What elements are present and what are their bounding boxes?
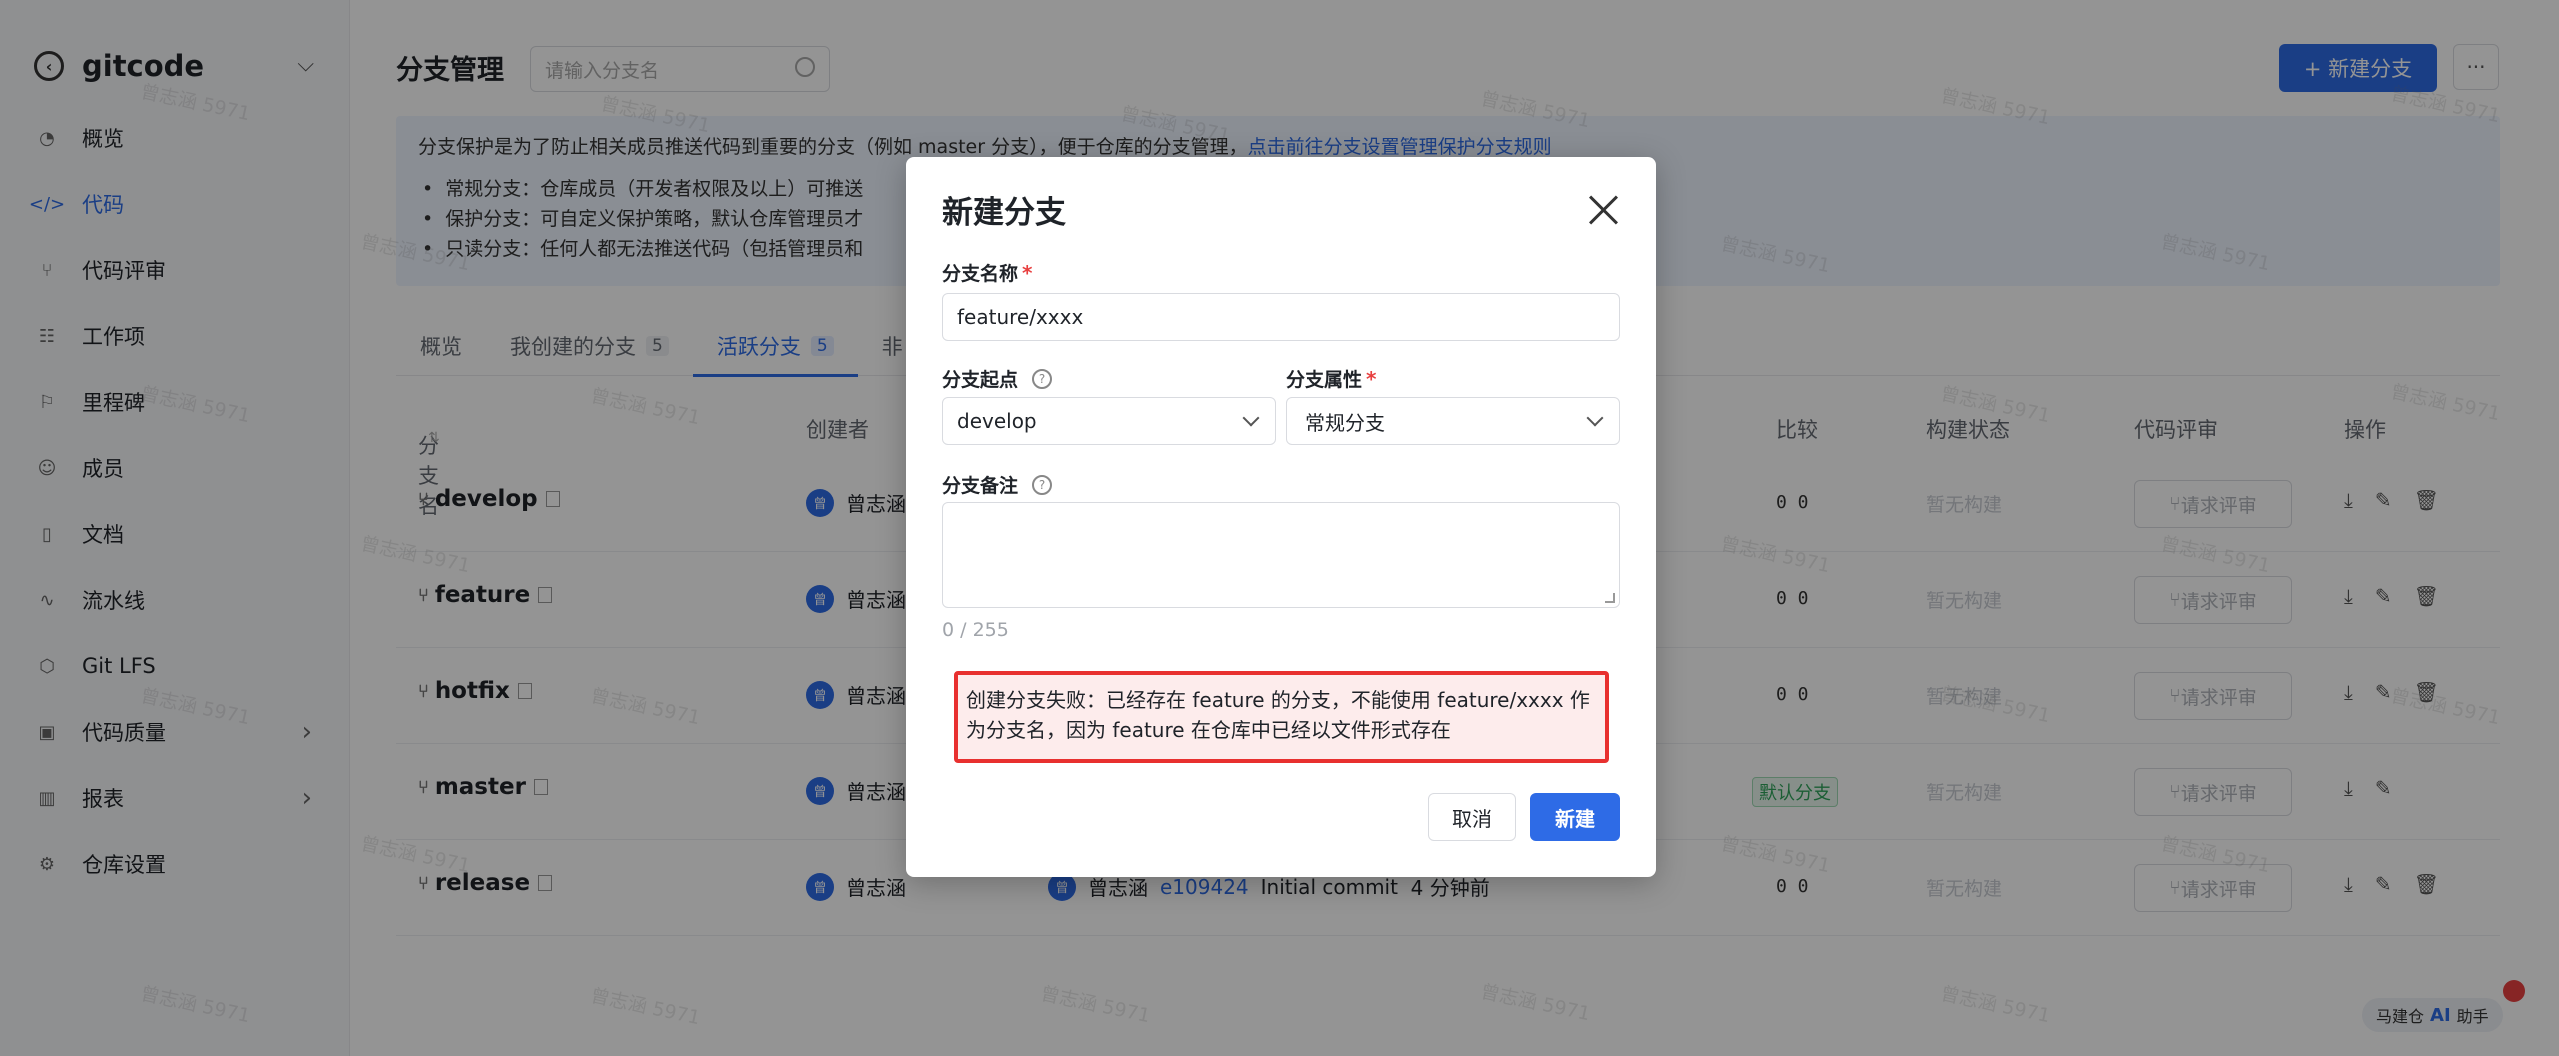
remark-label: 分支备注?	[942, 471, 1053, 498]
required-mark: *	[1022, 260, 1033, 285]
attribute-label: 分支属性 *	[1286, 365, 1376, 392]
remark-textarea[interactable]	[942, 502, 1620, 608]
start-point-value: develop	[957, 409, 1037, 433]
attribute-value: 常规分支	[1305, 410, 1385, 435]
branch-name-label-text: 分支名称	[942, 263, 1019, 285]
branch-name-input[interactable]: feature/xxxx	[942, 293, 1620, 341]
start-point-label-text: 分支起点	[942, 369, 1019, 391]
chevron-down-icon	[1586, 409, 1604, 427]
help-icon[interactable]: ?	[1032, 368, 1053, 389]
remark-label-text: 分支备注	[942, 475, 1019, 497]
dialog-title: 新建分支	[942, 195, 1066, 231]
remark-counter: 0 / 255	[942, 619, 1009, 641]
close-icon[interactable]	[1586, 193, 1620, 227]
required-mark: *	[1366, 366, 1377, 391]
branch-name-value: feature/xxxx	[957, 305, 1084, 329]
attribute-select[interactable]: 常规分支	[1286, 397, 1620, 445]
start-point-label: 分支起点?	[942, 365, 1053, 392]
error-alert: 创建分支失败：已经存在 feature 的分支，不能使用 feature/xxx…	[954, 671, 1609, 763]
create-button[interactable]: 新建	[1530, 793, 1620, 841]
cancel-button[interactable]: 取消	[1428, 793, 1516, 841]
new-branch-dialog: 新建分支 分支名称 * feature/xxxx 分支起点? develop 分支…	[906, 157, 1656, 877]
start-point-select[interactable]: develop	[942, 397, 1276, 445]
attribute-label-text: 分支属性	[1286, 369, 1363, 391]
resize-handle-icon[interactable]	[1605, 593, 1615, 603]
help-icon[interactable]: ?	[1032, 474, 1053, 495]
chevron-down-icon	[1242, 409, 1260, 427]
branch-name-label: 分支名称 *	[942, 259, 1032, 286]
